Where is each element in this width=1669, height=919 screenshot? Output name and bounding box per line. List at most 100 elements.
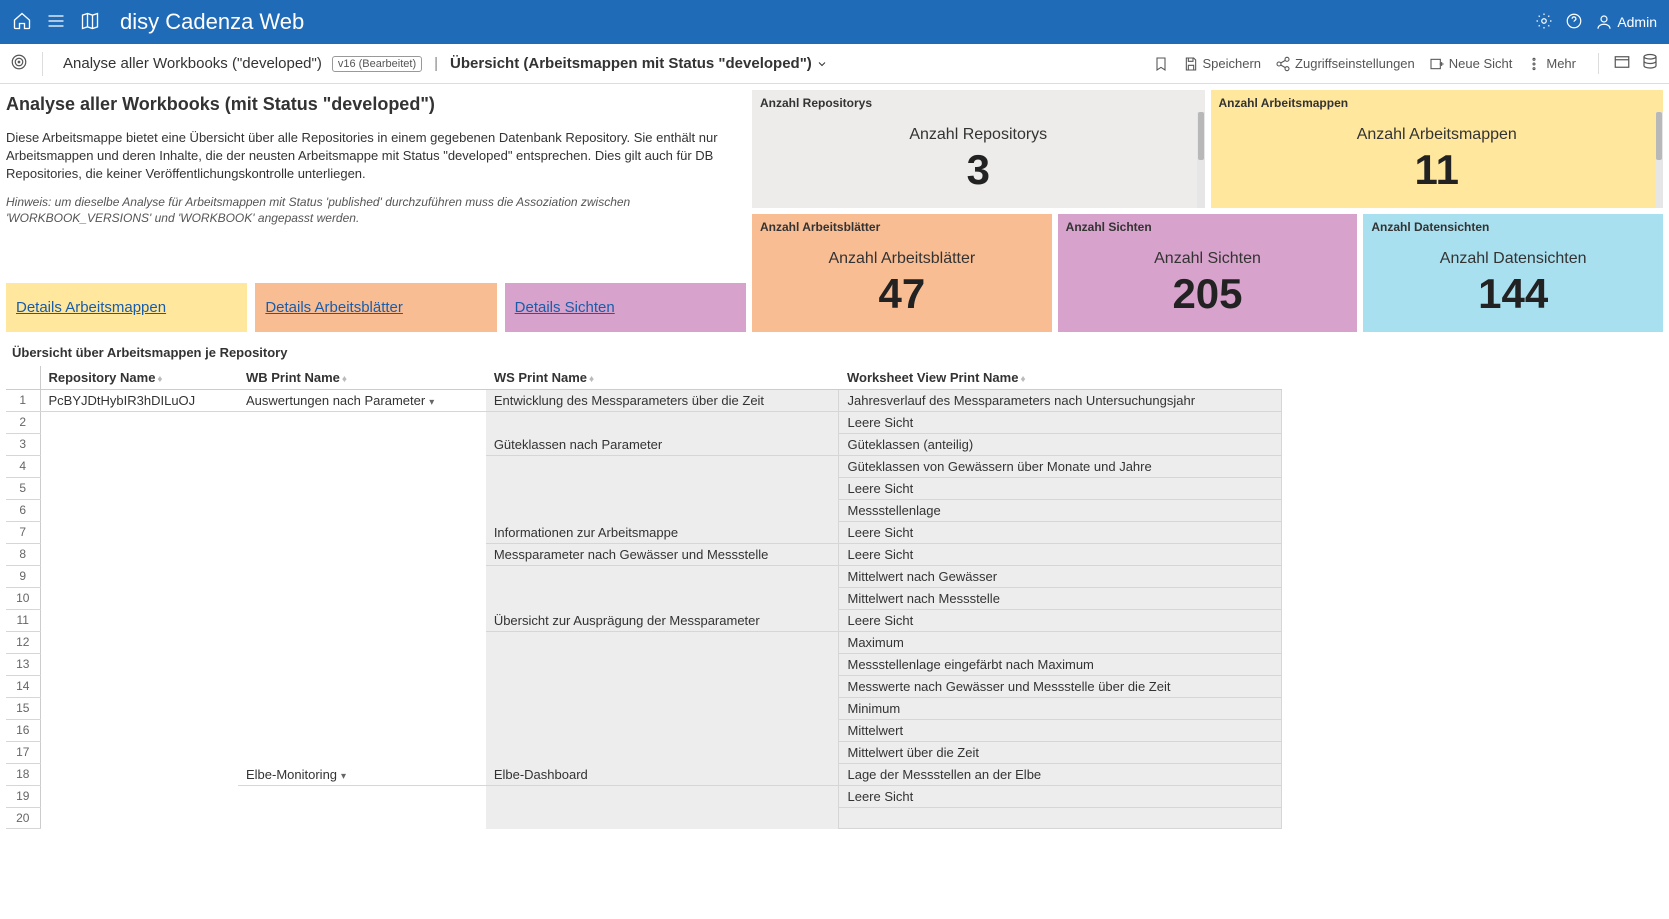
row-number: 10 <box>6 588 40 610</box>
col-ws[interactable]: WS Print Name♦ <box>486 366 839 390</box>
access-label: Zugriffseinstellungen <box>1295 56 1415 71</box>
table-row[interactable]: 11Übersicht zur Ausprägung der Messparam… <box>6 610 1281 632</box>
tile-value: 11 <box>1415 146 1459 194</box>
tile-scrollbar[interactable] <box>1197 112 1205 208</box>
link-details-sheets[interactable]: Details Arbeitsblätter <box>255 283 496 332</box>
row-number: 13 <box>6 654 40 676</box>
cell-repository <box>40 544 238 566</box>
tile-scrollbar[interactable] <box>1655 112 1663 208</box>
row-number: 19 <box>6 786 40 808</box>
table-row[interactable]: 14Messwerte nach Gewässer und Messstelle… <box>6 676 1281 698</box>
table-title: Übersicht über Arbeitsmappen je Reposito… <box>6 339 1663 366</box>
tile-value: 144 <box>1478 270 1548 318</box>
col-repository[interactable]: Repository Name♦ <box>40 366 238 390</box>
cell-ws <box>486 588 839 610</box>
map-icon[interactable] <box>80 11 100 34</box>
link-details-workbooks[interactable]: Details Arbeitsmappen <box>6 283 247 332</box>
table-row[interactable]: 10 Mittelwert nach Messstelle <box>6 588 1281 610</box>
cell-view: Messstellenlage <box>839 500 1281 522</box>
toolbar: Analyse aller Workbooks ("developed") v1… <box>0 44 1669 84</box>
bookmark-button[interactable] <box>1153 56 1169 72</box>
cell-ws: Messparameter nach Gewässer und Messstel… <box>486 544 839 566</box>
workbook-info-icon[interactable] <box>1613 53 1631 74</box>
table-row[interactable]: 15Minimum <box>6 698 1281 720</box>
table-row[interactable]: 12Maximum <box>6 632 1281 654</box>
intro-panel: Analyse aller Workbooks (mit Status "dev… <box>6 90 746 332</box>
col-wb[interactable]: WB Print Name♦ <box>238 366 486 390</box>
cell-ws <box>486 412 839 434</box>
tile-value: 47 <box>878 270 925 318</box>
cell-ws <box>486 742 839 764</box>
cell-view: Lage der Messstellen an der Elbe <box>839 764 1281 786</box>
table-row[interactable]: 16Mittelwert <box>6 720 1281 742</box>
table-row[interactable]: 8Messparameter nach Gewässer und Messste… <box>6 544 1281 566</box>
table-row[interactable]: 4Güteklassen von Gewässern über Monate u… <box>6 456 1281 478</box>
table-row[interactable]: 2Leere Sicht <box>6 412 1281 434</box>
tile-head: Anzahl Arbeitsmappen <box>1211 90 1664 116</box>
target-icon[interactable] <box>10 53 28 74</box>
breadcrumb-workbook[interactable]: Analyse aller Workbooks ("developed") <box>63 55 322 72</box>
cell-view: Messstellenlage eingefärbt nach Maximum <box>839 654 1281 676</box>
cell-repository <box>40 456 238 478</box>
table-row[interactable]: 5Leere Sicht <box>6 478 1281 500</box>
menu-icon[interactable] <box>46 11 66 34</box>
access-button[interactable]: Zugriffseinstellungen <box>1275 56 1415 72</box>
link-details-views[interactable]: Details Sichten <box>505 283 746 332</box>
more-button[interactable]: Mehr <box>1526 56 1576 72</box>
table-row[interactable]: 13 Messstellenlage eingefärbt nach Maximu… <box>6 654 1281 676</box>
cell-ws <box>486 676 839 698</box>
cell-wb[interactable]: Elbe-Monitoring▾ <box>238 764 486 786</box>
cell-ws <box>486 500 839 522</box>
table-row[interactable]: 18Elbe-Monitoring▾Elbe-DashboardLage der… <box>6 764 1281 786</box>
row-number: 11 <box>6 610 40 632</box>
save-button[interactable]: Speichern <box>1183 56 1262 72</box>
row-number: 6 <box>6 500 40 522</box>
table-row[interactable]: 17Mittelwert über die Zeit <box>6 742 1281 764</box>
gear-icon[interactable] <box>1535 12 1553 33</box>
cell-view: Leere Sicht <box>839 786 1281 808</box>
table-row[interactable]: 9Mittelwert nach Gewässer <box>6 566 1281 588</box>
cell-view <box>839 808 1281 829</box>
row-number: 3 <box>6 434 40 456</box>
row-number: 18 <box>6 764 40 786</box>
home-icon[interactable] <box>12 11 32 34</box>
cell-wb <box>238 434 486 456</box>
table-row[interactable]: 20 <box>6 808 1281 829</box>
help-icon[interactable] <box>1565 12 1583 33</box>
page-title: Analyse aller Workbooks (mit Status "dev… <box>6 94 746 115</box>
row-number: 5 <box>6 478 40 500</box>
cell-wb <box>238 478 486 500</box>
table-row[interactable]: 7Informationen zur ArbeitsmappeLeere Sic… <box>6 522 1281 544</box>
user-menu[interactable]: Admin <box>1595 13 1657 31</box>
caret-down-icon: ▾ <box>341 771 346 782</box>
cell-view: Güteklassen (anteilig) <box>839 434 1281 456</box>
table-row[interactable]: 6 Messstellenlage <box>6 500 1281 522</box>
cell-ws <box>486 786 839 808</box>
cell-ws <box>486 478 839 500</box>
row-number: 12 <box>6 632 40 654</box>
cell-wb <box>238 412 486 434</box>
new-view-button[interactable]: Neue Sicht <box>1429 56 1513 72</box>
database-icon[interactable] <box>1641 53 1659 74</box>
table-row[interactable]: 1PcBYJDtHybIR3hDILuOJAuswertungen nach P… <box>6 390 1281 412</box>
tile-label: Anzahl Repositorys <box>909 126 1047 144</box>
tile-dataviews[interactable]: Anzahl Datensichten Anzahl Datensichten … <box>1363 214 1663 332</box>
row-number: 15 <box>6 698 40 720</box>
cell-wb[interactable]: Auswertungen nach Parameter▾ <box>238 390 486 412</box>
tile-views[interactable]: Anzahl Sichten Anzahl Sichten 205 <box>1058 214 1358 332</box>
col-rownum[interactable] <box>6 366 40 390</box>
table-row[interactable]: 3Güteklassen nach ParameterGüteklassen (… <box>6 434 1281 456</box>
breadcrumb-sheet[interactable]: Übersicht (Arbeitsmappen mit Status "dev… <box>450 55 828 72</box>
cell-repository <box>40 698 238 720</box>
cell-ws <box>486 654 839 676</box>
col-view[interactable]: Worksheet View Print Name♦ <box>839 366 1281 390</box>
tile-workbooks[interactable]: Anzahl Arbeitsmappen Anzahl Arbeitsmappe… <box>1211 90 1664 208</box>
cell-repository <box>40 522 238 544</box>
tile-sheets[interactable]: Anzahl Arbeitsblätter Anzahl Arbeitsblät… <box>752 214 1052 332</box>
app-title: disy Cadenza Web <box>120 9 304 35</box>
table-row[interactable]: 19 Leere Sicht <box>6 786 1281 808</box>
cell-view: Mittelwert nach Messstelle <box>839 588 1281 610</box>
tile-repositories[interactable]: Anzahl Repositorys Anzahl Repositorys 3 <box>752 90 1205 208</box>
version-badge[interactable]: v16 (Bearbeitet) <box>332 56 422 72</box>
cell-repository <box>40 632 238 654</box>
